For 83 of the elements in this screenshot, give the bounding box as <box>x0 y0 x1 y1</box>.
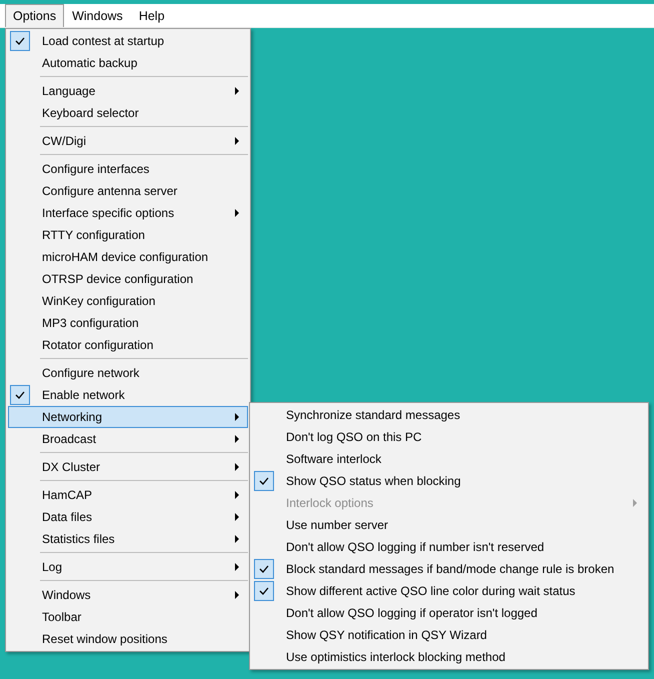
menu-item-label: Reset window positions <box>42 632 168 646</box>
menu-item-label: Interface specific options <box>42 206 176 220</box>
menu-item-label: Networking <box>42 410 104 424</box>
menu-item[interactable]: Show QSY notification in QSY Wizard <box>252 624 646 646</box>
menu-item[interactable]: Show different active QSO line color during wait status <box>252 580 646 602</box>
menu-item[interactable]: Block standard messages if band/mode change rule is broken <box>252 558 646 580</box>
menu-item[interactable]: Data files <box>8 506 248 528</box>
menu-item-label: Use number server <box>286 518 390 532</box>
menu-item[interactable]: HamCAP <box>8 484 248 506</box>
menu-item[interactable]: Load contest at startup <box>8 30 248 52</box>
menu-item[interactable]: RTTY configuration <box>8 224 248 246</box>
menu-item-label: Interlock options <box>286 496 374 510</box>
menu-item-label: Broadcast <box>42 432 98 446</box>
menu-item-label: Show different active QSO line color during wait status <box>286 584 576 598</box>
menu-item-label: Log <box>42 560 64 574</box>
menu-item-label: Configure network <box>42 366 140 380</box>
menu-item[interactable]: Keyboard selector <box>8 102 248 124</box>
menu-item-label: Enable network <box>42 388 126 402</box>
menu-item-label: Load contest at startup <box>42 34 166 48</box>
menu-item-label: CW/Digi <box>42 134 87 148</box>
menu-item-label: Automatic backup <box>42 56 138 70</box>
menu-item[interactable]: Statistics files <box>8 528 248 550</box>
checkmark-icon <box>254 581 274 601</box>
menu-item[interactable]: Broadcast <box>8 428 248 450</box>
menu-item-label: Data files <box>42 510 94 524</box>
checkmark-icon <box>10 31 30 51</box>
checkmark-icon <box>254 559 274 579</box>
menu-bar-item[interactable]: Help <box>130 4 173 27</box>
menu-item[interactable]: Configure network <box>8 362 248 384</box>
menu-item[interactable]: microHAM device configuration <box>8 246 248 268</box>
menu-item[interactable]: Synchronize standard messages <box>252 404 646 426</box>
menu-item[interactable]: Log <box>8 556 248 578</box>
menu-item[interactable]: Enable network <box>8 384 248 406</box>
menu-item-label: Rotator configuration <box>42 338 154 352</box>
menu-item[interactable]: Use optimistics interlock blocking method <box>252 646 646 668</box>
checkmark-icon <box>254 471 274 491</box>
menu-item-label: MP3 configuration <box>42 316 140 330</box>
menu-item[interactable]: Rotator configuration <box>8 334 248 356</box>
menu-item[interactable]: DX Cluster <box>8 456 248 478</box>
menu-item-label: Windows <box>42 588 92 602</box>
menu-item[interactable]: WinKey configuration <box>8 290 248 312</box>
menu-item[interactable]: Interface specific options <box>8 202 248 224</box>
menu-item[interactable]: Use number server <box>252 514 646 536</box>
menu-item-label: WinKey configuration <box>42 294 156 308</box>
menu-item-label: DX Cluster <box>42 460 102 474</box>
menu-item[interactable]: Language <box>8 80 248 102</box>
menu-item-label: Use optimistics interlock blocking method <box>286 650 506 664</box>
menu-bar-item[interactable]: Options <box>5 4 64 27</box>
menu-bar-item[interactable]: Windows <box>64 4 131 27</box>
menu-item[interactable]: MP3 configuration <box>8 312 248 334</box>
menu-item[interactable]: Configure antenna server <box>8 180 248 202</box>
menu-item[interactable]: Configure interfaces <box>8 158 248 180</box>
menu-item-label: HamCAP <box>42 488 94 502</box>
menu-item-label: Show QSO status when blocking <box>286 474 462 488</box>
menu-item[interactable]: Don't log QSO on this PC <box>252 426 646 448</box>
menu-item-label: Statistics files <box>42 532 116 546</box>
menu-item-label: OTRSP device configuration <box>42 272 194 286</box>
menu-item-label: Configure antenna server <box>42 184 178 198</box>
menu-item-label: Toolbar <box>42 610 82 624</box>
menu-item-label: Don't allow QSO logging if number isn't reserved <box>286 540 546 554</box>
menu-item[interactable]: Automatic backup <box>8 52 248 74</box>
menu-item[interactable]: CW/Digi <box>8 130 248 152</box>
menu-item-label: Don't log QSO on this PC <box>286 430 423 444</box>
menu-item[interactable]: Windows <box>8 584 248 606</box>
menu-item-label: Software interlock <box>286 452 382 466</box>
checkmark-icon <box>10 385 30 405</box>
menu-item-label: microHAM device configuration <box>42 250 210 264</box>
menu-item[interactable]: Don't allow QSO logging if operator isn't logged <box>252 602 646 624</box>
menu-item[interactable]: Show QSO status when blocking <box>252 470 646 492</box>
menu-item-label: Don't allow QSO logging if operator isn't logged <box>286 606 538 620</box>
menu-item-label: Synchronize standard messages <box>286 408 462 422</box>
menu-item[interactable]: Don't allow QSO logging if number isn't reserved <box>252 536 646 558</box>
menu-item-label: Keyboard selector <box>42 106 140 120</box>
menu-item[interactable]: Toolbar <box>8 606 248 628</box>
menu-item-label: Block standard messages if band/mode change rule is broken <box>286 562 616 576</box>
menu-item[interactable]: Software interlock <box>252 448 646 470</box>
menu-item-label: Configure interfaces <box>42 162 150 176</box>
menu-item[interactable]: Networking <box>8 406 248 428</box>
menu-item[interactable]: OTRSP device configuration <box>8 268 248 290</box>
menu-item-label: Language <box>42 84 96 98</box>
menu-item-label: RTTY configuration <box>42 228 146 242</box>
menu-item[interactable]: Reset window positions <box>8 628 248 650</box>
menu-item-label: Show QSY notification in QSY Wizard <box>286 628 488 642</box>
